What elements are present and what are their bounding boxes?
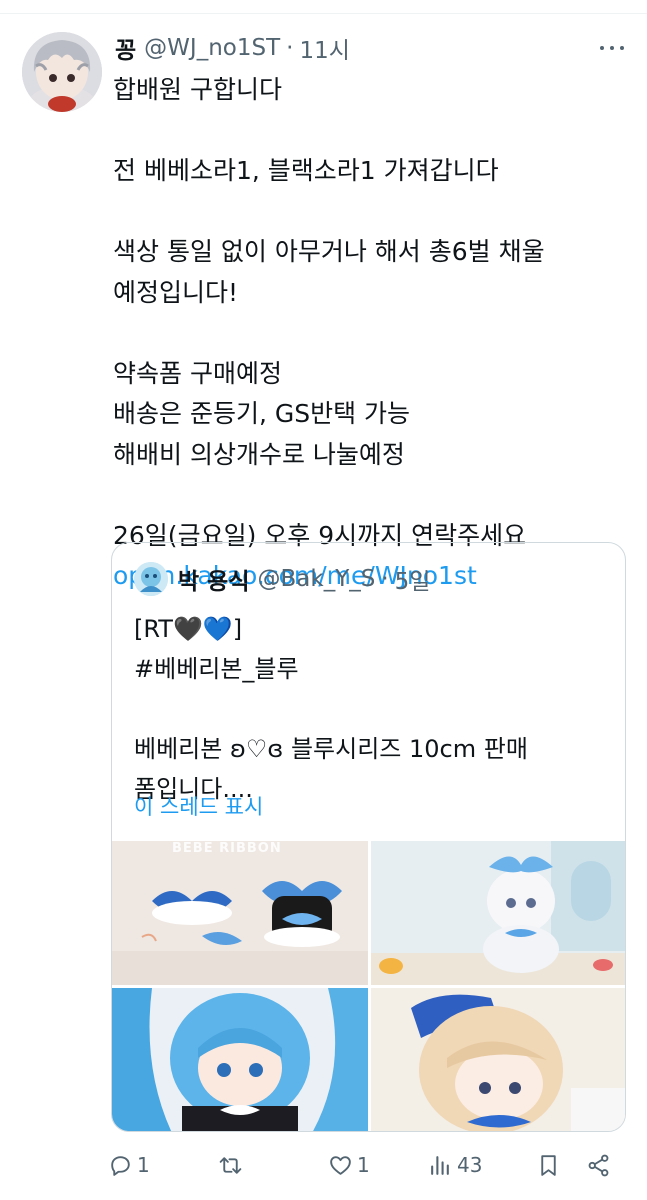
quote-line: [RT🖤💙] <box>134 615 243 643</box>
retweet-icon <box>219 1156 242 1174</box>
reply-count: 1 <box>137 1153 150 1177</box>
quote-header: 박 용식 @Bak_Y_S · 5일 <box>134 561 430 597</box>
avatar[interactable] <box>22 32 102 112</box>
show-thread-link[interactable]: 이 스레드 표시 <box>134 791 263 821</box>
separator: · <box>286 35 294 61</box>
view-count: 43 <box>457 1153 483 1177</box>
media-image-ribbons[interactable]: BEBE RIBBON <box>112 841 368 985</box>
tweet-line: 배송은 준등기, GS반택 가능 <box>113 399 411 428</box>
share-icon <box>588 1154 609 1176</box>
media-image-doll-blonde[interactable] <box>371 988 625 1131</box>
like-button[interactable]: 1 <box>328 1150 370 1180</box>
views-icon <box>431 1155 449 1175</box>
tweet-line: 예정입니다! <box>113 277 239 307</box>
media-image-doll-white[interactable] <box>371 841 625 985</box>
image-label: BEBE RIBBON <box>172 841 282 856</box>
author-name[interactable]: 꽁 <box>115 31 136 65</box>
tweet-line <box>113 475 623 516</box>
tweet-line: 색상 통일 없이 아무거나 해서 총6벌 채울 <box>113 237 545 266</box>
quote-author-handle: @Bak_Y_S <box>257 566 376 592</box>
quoted-tweet[interactable]: 박 용식 @Bak_Y_S · 5일 [RT🖤💙] #베베리본_블루 베베리본 … <box>111 542 626 1132</box>
share-button[interactable] <box>586 1150 611 1180</box>
tweet-line: 해배비 의상개수로 나눌예정 <box>113 439 405 469</box>
separator: · <box>381 566 389 592</box>
reply-icon <box>111 1155 130 1176</box>
tweet-line: 전 베베소라1, 블랙소라1 가져갑니다 <box>113 156 499 185</box>
media-image-doll-blue[interactable] <box>112 988 368 1131</box>
quote-line <box>134 689 614 729</box>
like-count: 1 <box>357 1153 370 1177</box>
author-handle[interactable]: @WJ_no1ST <box>144 35 280 61</box>
action-bar: 1 1 43 <box>108 1150 618 1180</box>
timestamp[interactable]: 11시 <box>299 31 349 65</box>
tweet-line: 약속폼 구매예정 <box>113 358 282 388</box>
views-button[interactable]: 43 <box>428 1150 482 1180</box>
retweet-button[interactable] <box>218 1150 247 1180</box>
tweet[interactable]: 꽁 @WJ_no1ST · 11시 합배원 구합니다 전 베베소라1, 블랙소라… <box>0 14 647 1200</box>
tweet-line <box>113 313 623 354</box>
tweet-line <box>113 192 623 233</box>
heart-icon <box>330 1155 351 1175</box>
tweet-line <box>113 111 623 152</box>
tweet-line: 합배원 구합니다 <box>113 75 282 104</box>
bookmark-icon <box>541 1154 556 1176</box>
bookmark-button[interactable] <box>536 1150 561 1180</box>
quote-line: #베베리본_블루 <box>134 655 299 683</box>
media-grid: BEBE RIBBON <box>112 841 625 1131</box>
quote-timestamp: 5일 <box>394 569 431 595</box>
quote-author-name: 박 용식 <box>178 569 250 595</box>
more-options-icon[interactable] <box>600 36 624 60</box>
top-divider <box>0 0 647 14</box>
reply-button[interactable]: 1 <box>108 1150 150 1180</box>
tweet-header: 꽁 @WJ_no1ST · 11시 <box>115 32 615 64</box>
quote-line: 베베리본 ʚ♡ɞ 블루시리즈 10cm 판매 <box>134 735 528 763</box>
quote-avatar[interactable] <box>134 562 168 596</box>
tweet-text: 합배원 구합니다 전 베베소라1, 블랙소라1 가져갑니다 색상 통일 없이 아… <box>113 70 623 597</box>
quote-text: [RT🖤💙] #베베리본_블루 베베리본 ʚ♡ɞ 블루시리즈 10cm 판매 폼… <box>134 609 614 809</box>
